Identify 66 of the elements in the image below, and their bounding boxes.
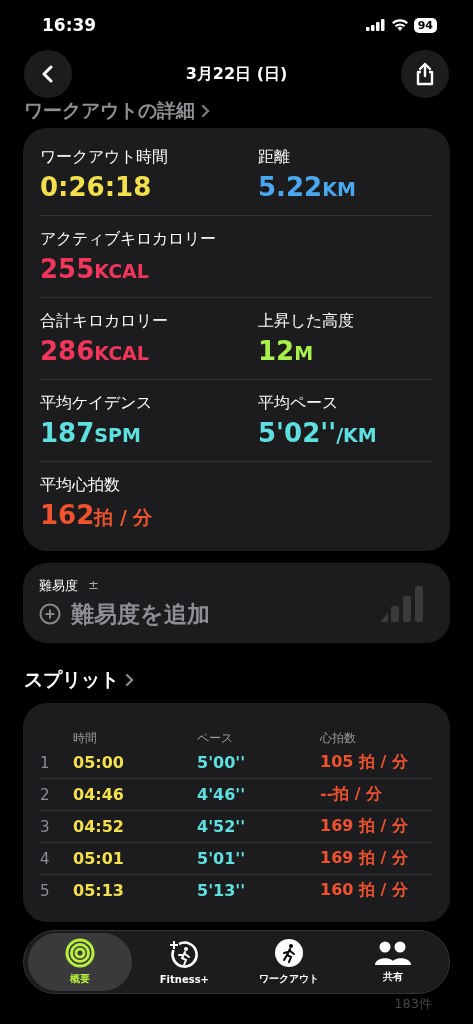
split-time: 04:46 [73,785,125,804]
chevron-icon [201,104,210,118]
section-heading[interactable]: スプリット [24,667,119,693]
column-header: 心拍数 [320,729,357,747]
add-icon [39,603,61,625]
back-icon [41,65,55,83]
split-heart-rate: --拍 / 分 [320,784,384,805]
column-header: 時間 [73,729,98,747]
split-number: 2 [40,785,51,804]
split-pace: 4'52'' [197,817,247,836]
split-heart-rate: 169 拍 / 分 [320,848,409,869]
rings-icon [65,938,96,968]
metric-label: 平均心拍数 [40,474,121,496]
split-number: 1 [40,753,51,772]
wifi-icon [391,19,408,31]
tab[interactable]: 概要 [28,933,133,991]
status-time: 16:39 [42,15,97,35]
back-button[interactable] [24,50,72,98]
split-pace: 4'46'' [197,785,247,804]
count-text: 183件 [393,995,433,1013]
section-heading[interactable]: ワークアウトの詳細 [24,98,195,124]
metric-value: 255KCAL [40,254,150,284]
split-number: 3 [40,817,51,836]
tab[interactable]: Fitness+ [132,933,237,991]
metric-value: 187SPM [40,418,142,448]
battery-level: 94 [413,17,437,33]
split-pace: 5'13'' [197,881,247,900]
metric-value: 5.22 KM [258,172,357,202]
split-time: 05:00 [73,753,125,772]
chevron-icon [125,673,134,687]
split-number: 4 [40,849,51,868]
split-time: 05:13 [73,881,125,900]
split-time: 04:52 [73,817,125,836]
tab[interactable]: ワークアウト [236,933,341,991]
split-heart-rate: 169 拍 / 分 [320,816,409,837]
metric-label: ワークアウト時間 [40,147,169,168]
runner-circle-icon [169,939,200,970]
metric-label: 平均ペース [258,393,339,414]
column-header: ペース [197,729,234,747]
runner-icon [273,938,304,968]
metric-label: 距離 [258,147,291,168]
split-number: 5 [40,881,51,900]
metric-label: 上昇した高度 [258,311,355,332]
difficulty-mark: ± [88,576,99,594]
add-difficulty-link[interactable]: 難易度を追加 [71,598,210,630]
split-heart-rate: 160 拍 / 分 [320,880,409,901]
signal-icon [365,19,386,31]
people-icon [374,940,411,966]
metric-value: 162拍 / 分 [40,499,154,531]
date-title: 3月22日 (日) [185,63,288,85]
metric-value: 286KCAL [40,336,150,366]
split-pace: 5'01'' [197,849,247,868]
difficulty-card[interactable]: 難易度 ± 難易度を追加 [23,563,450,643]
metric-value: 5'02''/KM [258,418,378,448]
metric-label: 平均ケイデンス [40,393,153,414]
split-heart-rate: 105 拍 / 分 [320,752,409,773]
metric-label: アクティブキロカロリー [40,229,217,250]
difficulty-label: 難易度 [39,576,78,595]
metric-label: 合計キロカロリー [40,311,169,332]
split-pace: 5'00'' [197,753,247,772]
split-time: 05:01 [73,849,125,868]
metric-value: 12 M [258,336,315,366]
share-button[interactable] [401,50,449,98]
metric-value: 0:26:18 [40,172,153,202]
tab[interactable]: 共有 [340,933,445,991]
share-icon [415,62,435,86]
